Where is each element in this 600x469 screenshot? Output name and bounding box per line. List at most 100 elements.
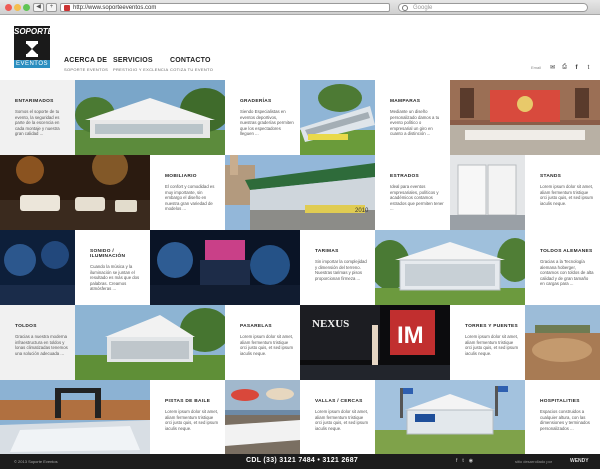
tile-entarimados[interactable]: ENTARIMADOS Somos el soporte de tu event… [0,80,75,155]
nav-acerca-subtitle: SOPORTE EVENTOS [64,67,109,72]
share-label: Email [530,65,541,70]
banner-year-text: 2010 [355,208,369,214]
tile-toldos-alemanes[interactable]: TOLDOS ALEMANES Gracias a la Tecnología … [525,230,600,305]
tile-torres-puentes[interactable]: TORRES Y PUENTES Lorem ipsum dolor sit a… [450,305,525,380]
plus-icon: + [49,4,54,10]
tile-title: MOBILIARIO [165,174,197,179]
tile-text: Espacios construidos a cualquier altura,… [540,409,590,431]
twitter-icon[interactable]: t [585,65,592,71]
minimize-window-button[interactable] [14,4,21,11]
nav-servicios-subtitle: PRESTIGIO Y EXCLENCIA [113,67,169,72]
tile-text: Lorem ipsum dolor sit amet, aliam fermen… [240,334,294,356]
browser-window: ◀ + http://www.soporteeventos.com Google… [0,0,600,469]
tile-text: Lorem ipsum dolor sit amet, aliam fermen… [315,409,369,431]
photo-pasarelas[interactable]: NEXUS IM [300,305,450,380]
close-window-button[interactable] [5,4,12,11]
nav-acerca[interactable]: ACERCA DE SOPORTE EVENTOS [64,57,108,72]
tile-estrados[interactable]: ESTRADOS Ideal para eventos empresariale… [375,155,450,230]
tile-mobiliario[interactable]: MOBILIARIO El confort y comodidad es muy… [150,155,225,230]
tile-title: HOSPITALITIES [540,399,580,404]
share-bar: Email ✉ ⎙ f t [531,64,592,71]
tile-title: TARIMAS [315,249,339,254]
browser-toolbar: ◀ + http://www.soporteeventos.com Google [0,0,600,15]
zoom-window-button[interactable] [23,4,30,11]
rss-icon[interactable]: ◉ [469,458,473,464]
photo-hospitalities[interactable] [375,380,525,454]
tile-text: Lorem ipsum dolor sit amet, aliam fermen… [540,184,594,206]
tile-text: Lorem ipsum dolor sit amet, aliam fermen… [165,409,219,431]
nav-servicios[interactable]: SERVICIOS PRESTIGIO Y EXCLENCIA [113,57,169,72]
photo-pistas-baile[interactable] [0,380,150,454]
photo-toldos[interactable] [75,305,225,380]
photo-stands[interactable] [450,155,525,230]
photo-tarimas[interactable] [150,230,300,305]
tile-title: SONIDO / ILUMINACIÓN [90,249,126,259]
back-icon: ◀ [36,4,41,10]
tile-text: Ideal para eventos empresariales, políti… [390,184,444,211]
tile-title: MAMPARAS [390,99,421,104]
tile-text: Cuando la música y la iluminación se jun… [90,264,140,291]
phone-numbers: CDL (33) 3121 7484 • 3121 2687 [246,457,359,464]
tile-text: Siendo Especialistas en eventos deportiv… [240,109,294,136]
tile-text: El confort y comodidad es muy importante… [165,184,215,211]
site-footer: © 2013 Soporte Eventos CDL (33) 3121 748… [0,454,600,469]
tile-text: Lorem ipsum dolor sit amet, aliam fermen… [465,334,519,356]
tile-pasarelas[interactable]: PASARELAS Lorem ipsum dolor sit amet, al… [225,305,300,380]
printer-icon[interactable]: ⎙ [561,64,568,71]
tile-sonido-iluminacion[interactable]: SONIDO / ILUMINACIÓN Cuando la música y … [75,230,150,305]
tile-text: Sin importar la complejidad y dimensión … [315,259,367,281]
tile-hospitalities[interactable]: HOSPITALITIES Espacios construidos a cua… [525,380,600,454]
photo-graderias[interactable] [300,80,375,155]
logo-emblem-icon [14,38,50,60]
tile-stands[interactable]: STANDS Lorem ipsum dolor sit amet, aliam… [525,155,600,230]
facebook-icon[interactable]: f [573,65,580,71]
tile-text: Somos el soporte de tu evento, la seguri… [15,109,60,136]
footer-social: f t ◉ [456,458,473,464]
tile-graderias[interactable]: GRADERÍAS Siendo Especialistas en evento… [225,80,300,155]
search-icon [402,5,408,11]
tile-vallas-cercas[interactable]: VALLAS / CERCAS Lorem ipsum dolor sit am… [300,380,375,454]
logo-bottom-text: EVENTOS [14,60,50,68]
tile-text: Gracias a nuestra moderna infraestructur… [15,334,68,356]
tile-title: PISTAS DE BAILE [165,399,211,404]
photo-mobiliario[interactable] [0,155,150,230]
tile-title: ENTARIMADOS [15,99,54,104]
photo-vallas[interactable] [225,380,300,454]
photo-entarimados[interactable] [75,80,225,155]
photo-estrados[interactable]: 2010 [225,155,375,230]
photo-toldos-alemanes[interactable] [375,230,525,305]
tile-title: PASARELAS [240,324,272,329]
envelope-icon[interactable]: ✉ [549,64,556,71]
nav-acerca-title: ACERCA DE [64,57,108,64]
im-logo-text: IM [397,322,424,349]
tile-title: STANDS [540,174,562,179]
nav-contacto-title: CONTACTO [170,57,211,64]
twitter-icon[interactable]: t [462,458,463,464]
tile-mamparas[interactable]: MAMPARAS Mediante un diseño personalizad… [375,80,450,155]
back-button[interactable]: ◀ [33,3,44,12]
search-input[interactable]: Google [398,3,588,12]
copyright-text: © 2013 Soporte Eventos [14,459,58,464]
nav-contacto-subtitle: COTIZA TU EVENTO [170,67,214,72]
tile-toldos[interactable]: TOLDOS Gracias a nuestra moderna infraes… [0,305,75,380]
tile-title: ESTRADOS [390,174,420,179]
tile-title: VALLAS / CERCAS [315,399,363,404]
tile-pistas-baile[interactable]: PISTAS DE BAILE Lorem ipsum dolor sit am… [150,380,225,454]
add-tab-button[interactable]: + [46,3,57,12]
photo-iluminacion[interactable] [0,230,75,305]
tile-title: TORRES Y PUENTES [465,324,519,329]
site-logo[interactable]: SOPORTE EVENTOS [14,26,53,70]
address-bar[interactable]: http://www.soporteeventos.com [60,3,390,12]
tile-title: GRADERÍAS [240,99,272,104]
developer-credit: sitio desarrollado por [515,459,553,464]
nav-contacto[interactable]: CONTACTO COTIZA TU EVENTO [170,57,213,72]
facebook-icon[interactable]: f [456,458,457,464]
tile-title: TOLDOS [15,324,37,329]
nexus-sign-text: NEXUS [312,318,349,330]
photo-torres-puentes[interactable] [525,305,600,380]
tile-tarimas[interactable]: TARIMAS Sin importar la complejidad y di… [300,230,375,305]
photo-mamparas[interactable] [450,80,600,155]
address-bar-text: http://www.soporteeventos.com [73,5,157,11]
developer-logo[interactable]: WENDY [570,458,589,464]
tile-text: Gracias a la Tecnología alemana hoberger… [540,259,594,286]
